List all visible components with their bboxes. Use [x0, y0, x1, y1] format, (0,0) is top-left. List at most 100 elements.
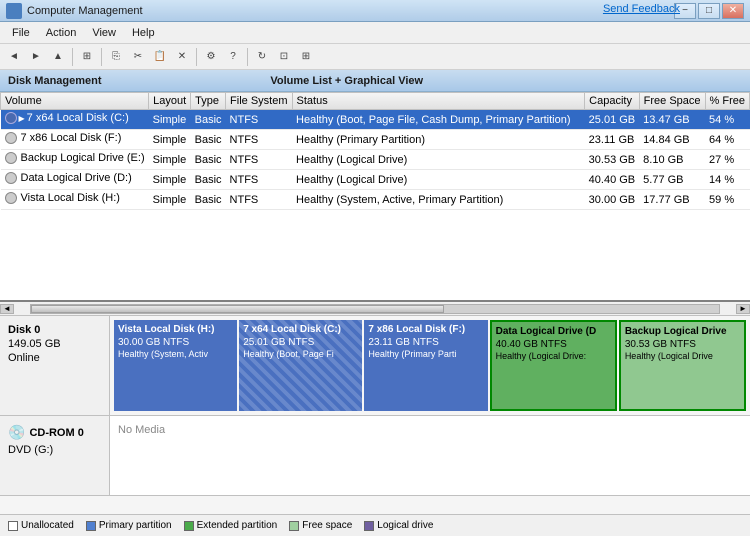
toolbar: ◄ ► ▲ ⊞ ⎘ ✂ 📋 ✕ ⚙ ? ↻ ⊡ ⊞ — [0, 44, 750, 70]
partition-status: Healthy (System, Activ — [118, 349, 233, 359]
menu-help[interactable]: Help — [124, 25, 163, 41]
table-cell: Basic — [191, 150, 226, 170]
table-header-row: Volume Layout Type File System Status Ca… — [1, 93, 750, 110]
legend-extended: Extended partition — [184, 520, 278, 531]
forward-button[interactable]: ► — [26, 47, 46, 67]
table-cell: 59 % — [705, 190, 749, 210]
cdrom-icon: 💿 — [8, 424, 25, 441]
refresh-button[interactable]: ↻ — [252, 47, 272, 67]
table-cell: 14 % — [705, 170, 749, 190]
legend-unallocated: Unallocated — [8, 520, 74, 531]
menu-file[interactable]: File — [4, 25, 38, 41]
partition-status: Healthy (Boot, Page Fi — [243, 349, 358, 359]
table-cell: Healthy (Logical Drive) — [292, 150, 585, 170]
table-cell: 7 x86 Local Disk (F:) — [1, 130, 149, 150]
menu-view[interactable]: View — [84, 25, 124, 41]
cdrom0-section: 💿 CD-ROM 0 DVD (G:) No Media — [0, 416, 750, 496]
table-row[interactable]: Data Logical Drive (D:)SimpleBasicNTFSHe… — [1, 170, 750, 190]
partition-size: 25.01 GB NTFS — [243, 337, 358, 348]
table-cell: 23.11 GB — [585, 130, 639, 150]
copy-button[interactable]: ⎘ — [106, 47, 126, 67]
legend-primary-label: Primary partition — [99, 520, 172, 531]
up-button[interactable]: ▲ — [48, 47, 68, 67]
partition-name: Data Logical Drive (D — [496, 326, 611, 337]
main-container: Volume Layout Type File System Status Ca… — [0, 92, 750, 536]
table-cell: 30.53 GB — [585, 150, 639, 170]
cdrom0-name: CD-ROM 0 — [29, 427, 83, 439]
col-freespace: Free Space — [639, 93, 705, 110]
disk0-partitions: Vista Local Disk (H:)30.00 GB NTFSHealth… — [110, 316, 750, 415]
window-controls: − □ ✕ — [674, 3, 744, 19]
cdrom0-drive: DVD (G:) — [8, 444, 101, 456]
table-cell: Simple — [149, 150, 191, 170]
paste-button[interactable]: 📋 — [150, 47, 170, 67]
view-button[interactable]: ⊞ — [296, 47, 316, 67]
col-filesystem: File System — [226, 93, 292, 110]
partition-size: 40.40 GB NTFS — [496, 339, 611, 350]
table-cell: Vista Local Disk (H:) — [1, 190, 149, 210]
export-button[interactable]: ⊡ — [274, 47, 294, 67]
scroll-right-button[interactable]: ► — [736, 304, 750, 314]
col-type: Type — [191, 93, 226, 110]
help-button[interactable]: ? — [223, 47, 243, 67]
table-cell: 30.00 GB — [585, 190, 639, 210]
table-cell: NTFS — [226, 150, 292, 170]
col-pctfree: % Free — [705, 93, 749, 110]
col-status: Status — [292, 93, 585, 110]
menu-action[interactable]: Action — [38, 25, 85, 41]
show-hide-button[interactable]: ⊞ — [77, 47, 97, 67]
legend-primary: Primary partition — [86, 520, 172, 531]
legend-primary-box — [86, 521, 96, 531]
table-cell: 25.01 GB — [585, 110, 639, 130]
back-button[interactable]: ◄ — [4, 47, 24, 67]
legend-logical-label: Logical drive — [377, 520, 433, 531]
disk0-section: Disk 0 149.05 GB Online Vista Local Disk… — [0, 316, 750, 416]
col-capacity: Capacity — [585, 93, 639, 110]
properties-button[interactable]: ⚙ — [201, 47, 221, 67]
partition-item[interactable]: 7 x64 Local Disk (C:) 25.01 GB NTFSHealth… — [239, 320, 362, 411]
partition-item[interactable]: Vista Local Disk (H:)30.00 GB NTFSHealth… — [114, 320, 237, 411]
partition-item[interactable]: Data Logical Drive (D40.40 GB NTFSHealth… — [490, 320, 617, 411]
table-cell: Basic — [191, 190, 226, 210]
toolbar-separator-1 — [72, 48, 73, 66]
table-cell: 14.84 GB — [639, 130, 705, 150]
legend: Unallocated Primary partition Extended p… — [0, 514, 750, 536]
legend-unalloc-box — [8, 521, 18, 531]
partition-name: Vista Local Disk (H:) — [118, 324, 233, 335]
table-cell: Healthy (Boot, Page File, Cash Dump, Pri… — [292, 110, 585, 130]
section-header: Disk Management Volume List + Graphical … — [0, 70, 750, 92]
table-cell: Simple — [149, 110, 191, 130]
partition-name: 7 x64 Local Disk (C:) — [243, 324, 358, 335]
table-cell: Basic — [191, 110, 226, 130]
toolbar-separator-2 — [101, 48, 102, 66]
table-row[interactable]: 7 x86 Local Disk (F:)SimpleBasicNTFSHeal… — [1, 130, 750, 150]
table-cell: 54 % — [705, 110, 749, 130]
table-cell: 13.47 GB — [639, 110, 705, 130]
menubar: File Action View Help — [0, 22, 750, 44]
legend-free-label: Free space — [302, 520, 352, 531]
maximize-button[interactable]: □ — [698, 3, 720, 19]
cut-button[interactable]: ✂ — [128, 47, 148, 67]
horizontal-scrollbar[interactable]: ◄ ► — [0, 302, 750, 316]
scrollbar-thumb[interactable] — [31, 305, 444, 313]
table-cell: Healthy (System, Active, Primary Partiti… — [292, 190, 585, 210]
scroll-left-button[interactable]: ◄ — [0, 304, 14, 314]
partition-item[interactable]: 7 x86 Local Disk (F:)23.11 GB NTFSHealth… — [364, 320, 487, 411]
table-cell: Healthy (Primary Partition) — [292, 130, 585, 150]
legend-extended-label: Extended partition — [197, 520, 278, 531]
table-cell: ▶ 7 x64 Local Disk (C:) — [1, 110, 149, 130]
close-button[interactable]: ✕ — [722, 3, 744, 19]
delete-button[interactable]: ✕ — [172, 47, 192, 67]
table-body: ▶ 7 x64 Local Disk (C:)SimpleBasicNTFSHe… — [1, 110, 750, 210]
table-row[interactable]: Backup Logical Drive (E:)SimpleBasicNTFS… — [1, 150, 750, 170]
scrollbar-track[interactable] — [30, 304, 720, 314]
send-feedback-link[interactable]: Send Feedback — [603, 3, 680, 15]
legend-logical-box — [364, 521, 374, 531]
section-right: Volume List + Graphical View — [270, 75, 423, 87]
partition-item[interactable]: Backup Logical Drive30.53 GB NTFSHealthy… — [619, 320, 746, 411]
table-cell: NTFS — [226, 110, 292, 130]
table-row[interactable]: ▶ 7 x64 Local Disk (C:)SimpleBasicNTFSHe… — [1, 110, 750, 130]
table-cell: 17.77 GB — [639, 190, 705, 210]
table-cell: Simple — [149, 190, 191, 210]
table-row[interactable]: Vista Local Disk (H:)SimpleBasicNTFSHeal… — [1, 190, 750, 210]
